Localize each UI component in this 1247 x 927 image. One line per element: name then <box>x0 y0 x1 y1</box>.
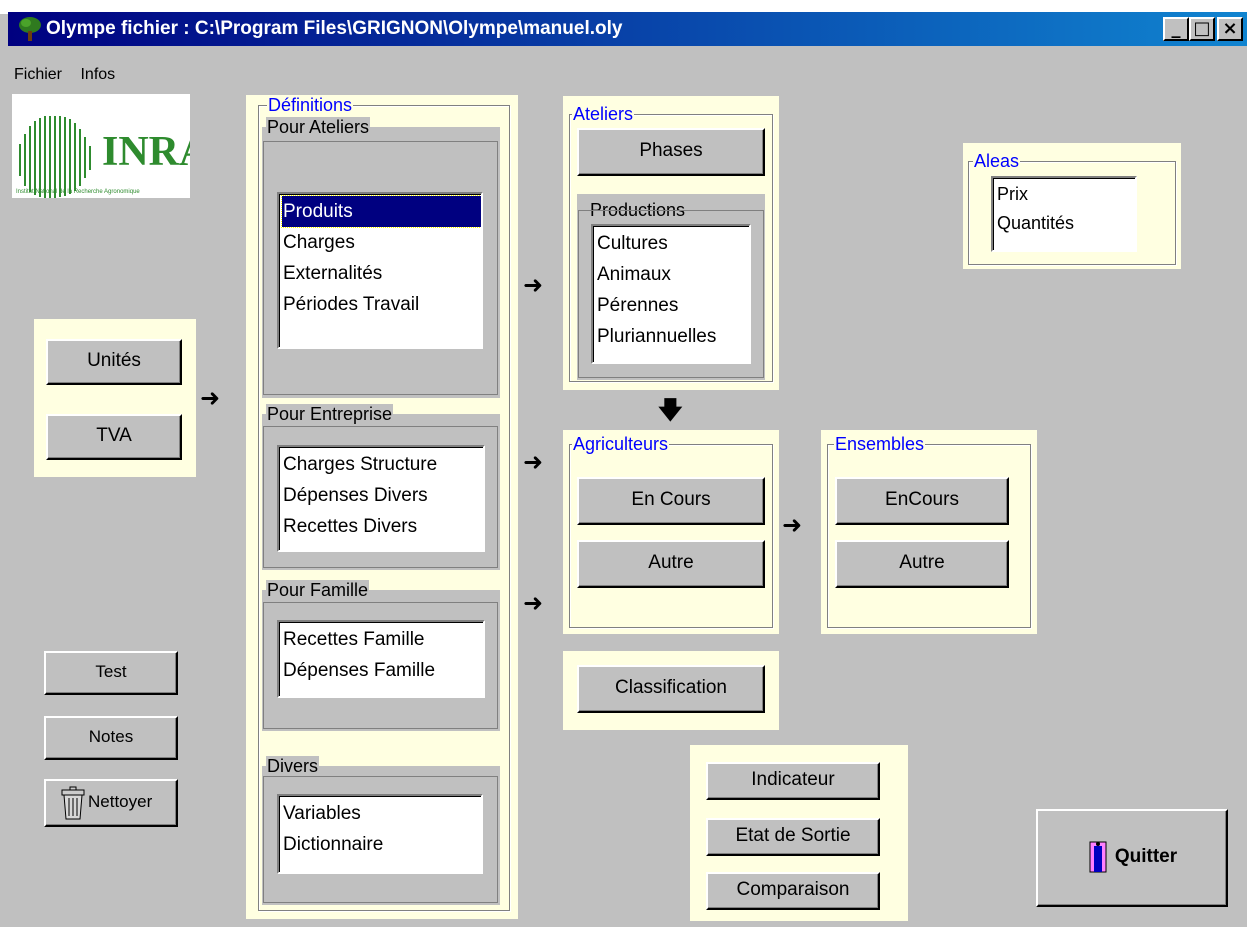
pour-entreprise-title: Pour Entreprise <box>266 404 394 424</box>
divers-title: Divers <box>266 756 320 776</box>
agriculteurs-panel: Agriculteurs <box>563 430 779 634</box>
list-item[interactable]: Animaux <box>597 259 749 290</box>
ensembles-autre-button[interactable]: Autre <box>835 540 1009 588</box>
agriculteurs-en-cours-button[interactable]: En Cours <box>577 477 765 525</box>
agriculteurs-group: Agriculteurs <box>569 434 773 628</box>
menu-fichier[interactable]: Fichier <box>14 66 62 83</box>
ensembles-group: Ensembles <box>827 434 1031 628</box>
unites-button[interactable]: Unités <box>46 339 182 385</box>
list-item[interactable]: Périodes Travail <box>283 289 481 320</box>
list-item[interactable]: Dictionnaire <box>283 829 481 860</box>
arrow-right-icon: ➜ <box>523 271 544 299</box>
aleas-panel: Aleas Prix Quantités <box>963 143 1181 269</box>
trash-icon <box>61 786 85 820</box>
inra-text: INRA <box>102 129 190 175</box>
list-item[interactable]: Quantités <box>997 209 1135 238</box>
test-button[interactable]: Test <box>44 651 178 695</box>
list-item[interactable]: Prix <box>997 180 1135 209</box>
notes-button[interactable]: Notes <box>44 716 178 760</box>
list-item[interactable]: Cultures <box>597 228 749 259</box>
arrow-right-icon: ➜ <box>782 511 803 539</box>
title-bar[interactable]: Olympe fichier : C:\Program Files\GRIGNO… <box>8 12 1247 46</box>
indicateur-button[interactable]: Indicateur <box>706 762 880 800</box>
divers-list[interactable]: Variables Dictionnaire <box>277 794 483 874</box>
pour-entreprise-group: Pour Entreprise Charges Structure Dépens… <box>262 404 500 570</box>
list-item[interactable]: Charges <box>283 227 481 258</box>
maximize-button[interactable]: □ <box>1189 17 1215 41</box>
pour-famille-list[interactable]: Recettes Famille Dépenses Famille <box>277 620 485 698</box>
inra-subtitle: Institut National de la Recherche Agrono… <box>16 189 140 195</box>
list-item[interactable]: Recettes Divers <box>283 511 483 542</box>
agriculteurs-autre-button[interactable]: Autre <box>577 540 765 588</box>
close-icon: × <box>1222 18 1238 39</box>
tree-icon <box>19 17 41 41</box>
productions-group: Productions Cultures Animaux Pérennes Pl… <box>577 194 765 380</box>
list-item[interactable]: Externalités <box>283 258 481 289</box>
pour-ateliers-group: Pour Ateliers Produits Charges Externali… <box>262 117 500 398</box>
agriculteurs-title: Agriculteurs <box>572 434 670 454</box>
inra-logo-graphic: INRA Institut National de la Recherche A… <box>16 116 210 198</box>
ateliers-title: Ateliers <box>572 104 635 124</box>
minimize-button[interactable]: _ <box>1163 17 1189 41</box>
list-item[interactable]: Pérennes <box>597 290 749 321</box>
productions-list[interactable]: Cultures Animaux Pérennes Pluriannuelles <box>591 224 751 364</box>
list-item[interactable]: Recettes Famille <box>283 624 483 655</box>
definitions-title: Définitions <box>267 95 354 115</box>
quitter-button[interactable]: Quitter <box>1036 809 1228 907</box>
exit-door-icon <box>1089 841 1107 873</box>
nettoyer-button[interactable]: Nettoyer <box>44 779 178 827</box>
etat-de-sortie-button[interactable]: Etat de Sortie <box>706 818 880 856</box>
pour-famille-title: Pour Famille <box>266 580 370 600</box>
ensembles-title: Ensembles <box>834 434 926 454</box>
comparaison-button[interactable]: Comparaison <box>706 872 880 910</box>
close-button[interactable]: × <box>1217 17 1243 41</box>
pour-famille-group: Pour Famille Recettes Famille Dépenses F… <box>262 580 500 731</box>
aleas-title: Aleas <box>973 151 1021 171</box>
window-title: Olympe fichier : C:\Program Files\GRIGNO… <box>46 18 623 39</box>
pour-ateliers-list[interactable]: Produits Charges Externalités Périodes T… <box>277 192 483 349</box>
arrow-down-icon: 🡇 <box>658 396 683 424</box>
pour-ateliers-title: Pour Ateliers <box>266 117 371 137</box>
list-item[interactable]: Dépenses Famille <box>283 655 483 686</box>
maximize-icon: □ <box>1193 18 1211 39</box>
menu-bar: Fichier Infos <box>14 66 129 84</box>
list-item[interactable]: Charges Structure <box>283 449 483 480</box>
pour-entreprise-list[interactable]: Charges Structure Dépenses Divers Recett… <box>277 445 485 552</box>
tva-button[interactable]: TVA <box>46 414 182 460</box>
list-item[interactable]: Dépenses Divers <box>283 480 483 511</box>
ensembles-encours-button[interactable]: EnCours <box>835 477 1009 525</box>
list-item[interactable]: Produits <box>281 195 481 228</box>
phases-button[interactable]: Phases <box>577 128 765 176</box>
aleas-list[interactable]: Prix Quantités <box>991 176 1137 252</box>
ensembles-panel: Ensembles <box>821 430 1037 634</box>
divers-group: Divers Variables Dictionnaire <box>262 756 500 905</box>
list-item[interactable]: Pluriannuelles <box>597 321 749 352</box>
arrow-right-icon: ➜ <box>523 448 544 476</box>
inra-logo: INRA Institut National de la Recherche A… <box>12 94 210 198</box>
list-item[interactable]: Variables <box>283 798 481 829</box>
arrow-right-icon: ➜ <box>200 384 221 412</box>
menu-infos[interactable]: Infos <box>80 66 115 83</box>
classification-button[interactable]: Classification <box>577 665 765 713</box>
arrow-right-icon: ➜ <box>523 589 544 617</box>
minimize-icon: _ <box>1171 18 1181 39</box>
